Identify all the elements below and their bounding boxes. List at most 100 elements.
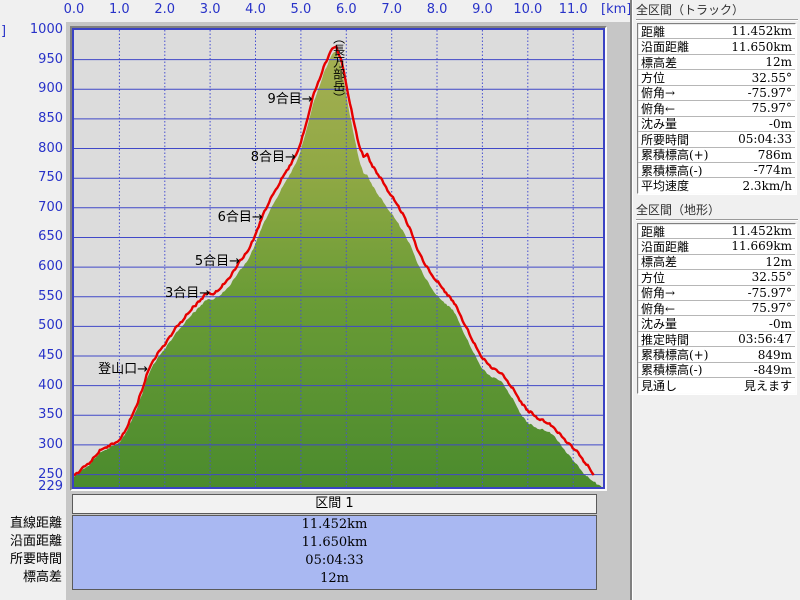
trail-point-label: 3合目→ <box>164 285 211 301</box>
x-tick-label: 6.0 <box>335 2 357 17</box>
info-row-value: 12m <box>765 254 792 269</box>
info-row-value: -849m <box>753 362 792 377</box>
info-row: 累積標高(-) -849m <box>638 362 795 379</box>
section-row-label: 直線距離 <box>9 516 62 531</box>
x-tick-label: 2.0 <box>154 2 176 17</box>
section-value: 11.650km <box>301 535 368 550</box>
section-row-label: 所要時間 <box>9 552 62 567</box>
trail-point-label: 5合目→ <box>194 253 241 269</box>
info-row: 累積標高(+) 786m <box>638 148 795 163</box>
info-row-value: 75.97° <box>751 301 792 316</box>
info-row-value: 03:56:47 <box>738 332 792 347</box>
x-tick-label: 7.0 <box>381 2 402 17</box>
trail-point-label: 8合目→ <box>250 150 296 166</box>
section-value: 05:04:33 <box>305 553 364 568</box>
x-axis-unit-label: [km] <box>601 2 630 17</box>
info-row-value: 2.3km/h <box>742 178 792 193</box>
info-row-value: -75.97° <box>747 85 792 100</box>
y-tick-label: 900 <box>38 81 63 97</box>
y-tick-label: 850 <box>38 110 63 126</box>
trail-point-label: 登山口→ <box>98 361 148 377</box>
info-row-value: 11.669km <box>731 239 792 254</box>
peak-name-label: （長万部岳） <box>331 32 346 104</box>
section-table-values: 11.452km 11.650km 05:04:33 12m <box>72 515 597 590</box>
info-row: 累積標高(+) 849m <box>638 347 795 363</box>
x-tick-label: 8.0 <box>426 2 448 17</box>
x-tick-label: 9.0 <box>472 2 493 17</box>
section-table-header: 区間 1 <box>72 494 597 514</box>
info-row: 方位 32.55° <box>638 270 795 286</box>
y-tick-label: 800 <box>38 140 63 156</box>
y-tick-label: 1000 <box>29 22 63 37</box>
info-box-terrain: 距離 11.452km 沿面距離 11.669km 標高差 12m 方位 32.55° 俯角→ -… <box>637 222 796 394</box>
section-title-track: 全区間（トラック） <box>636 1 798 20</box>
info-row-value: 11.452km <box>731 224 792 239</box>
y-tick-label: 550 <box>38 288 63 304</box>
info-row-label: 累積標高(+) <box>641 148 709 163</box>
info-row: 沿面距離 11.669km <box>638 239 795 255</box>
info-row: 沿面距離 11.650km <box>638 39 795 55</box>
info-row-value: 75.97° <box>751 101 792 116</box>
section-row-label: 標高差 <box>22 570 62 585</box>
y-tick-label: 450 <box>38 348 63 363</box>
x-tick-label: 0.0 <box>63 2 85 17</box>
info-row-label: 累積標高(-) <box>641 363 703 378</box>
info-row: 沈み量 -0m <box>638 316 795 332</box>
section-value: 12m <box>320 571 349 586</box>
info-row-value: 32.55° <box>751 270 792 285</box>
info-row-label: 距離 <box>641 24 666 39</box>
x-tick-label: 3.0 <box>199 2 221 17</box>
x-tick-label: 5.0 <box>290 2 312 17</box>
info-row-label: 平均速度 <box>641 179 690 194</box>
info-row: 俯角→ -75.97° <box>638 85 795 102</box>
y-tick-label: 650 <box>38 229 63 245</box>
y-tick-label: 950 <box>38 51 63 67</box>
info-row: 推定時間 03:56:47 <box>638 332 795 348</box>
info-row-label: 沿面距離 <box>641 40 690 55</box>
info-row: 方位 32.55° <box>638 70 795 86</box>
info-row: 見通し 見えます <box>638 378 795 393</box>
info-row-value: 12m <box>765 55 792 70</box>
info-row-value: 32.55° <box>751 70 792 85</box>
section-value: 11.452km <box>301 517 368 532</box>
y-tick-label: 700 <box>38 199 63 215</box>
y-tick-label: 350 <box>38 407 63 423</box>
x-tick-label: 11.0 <box>558 2 588 17</box>
info-row-value: -75.97° <box>747 285 792 300</box>
info-row-label: 見通し <box>641 378 678 393</box>
info-row-value: 見えます <box>743 378 792 393</box>
info-row-label: 方位 <box>641 71 666 86</box>
section-table-row-labels: 直線距離沿面距離所要時間標高差 <box>0 515 62 587</box>
y-tick-label: 300 <box>38 436 63 452</box>
y-tick-label: 600 <box>38 259 63 275</box>
info-row-value: 786m <box>757 147 792 162</box>
info-row-value: -0m <box>768 116 792 131</box>
info-row-label: 方位 <box>641 270 666 285</box>
info-row-label: 沈み量 <box>641 317 678 332</box>
info-row-label: 俯角→ <box>641 86 676 101</box>
info-row-value: -0m <box>768 316 792 331</box>
trail-point-label: 9合目→ <box>267 91 313 107</box>
info-row: 俯角← 75.97° <box>638 101 795 117</box>
info-box-track: 距離 11.452km 沿面距離 11.650km 標高差 12m 方位 32.55° 俯角→ -… <box>637 23 796 194</box>
info-row: 距離 11.452km <box>638 224 795 240</box>
info-row-label: 累積標高(-) <box>641 163 703 178</box>
info-row: 平均速度 2.3km/h <box>638 178 795 194</box>
y-min-label: 229 <box>38 479 63 494</box>
info-row-label: 累積標高(+) <box>641 348 709 363</box>
info-row-label: 沈み量 <box>641 117 678 132</box>
info-row-label: 所要時間 <box>641 132 690 147</box>
info-row: 俯角← 75.97° <box>638 301 795 317</box>
info-row: 沈み量 -0m <box>638 116 795 133</box>
x-tick-label: 1.0 <box>109 2 130 17</box>
track-info-panel: 全区間（トラック） 距離 11.452km 沿面距離 11.650km 標高差 12m 方位… <box>633 0 800 600</box>
y-tick-label: 500 <box>38 318 63 334</box>
info-row: 俯角→ -75.97° <box>638 286 795 301</box>
section-row-label: 沿面距離 <box>9 534 62 549</box>
info-row-label: 標高差 <box>641 55 678 70</box>
info-row-value: 05:04:33 <box>738 132 792 147</box>
info-row-label: 沿面距離 <box>641 239 690 254</box>
y-tick-label: 400 <box>38 377 63 393</box>
info-row: 標高差 12m <box>638 254 795 271</box>
